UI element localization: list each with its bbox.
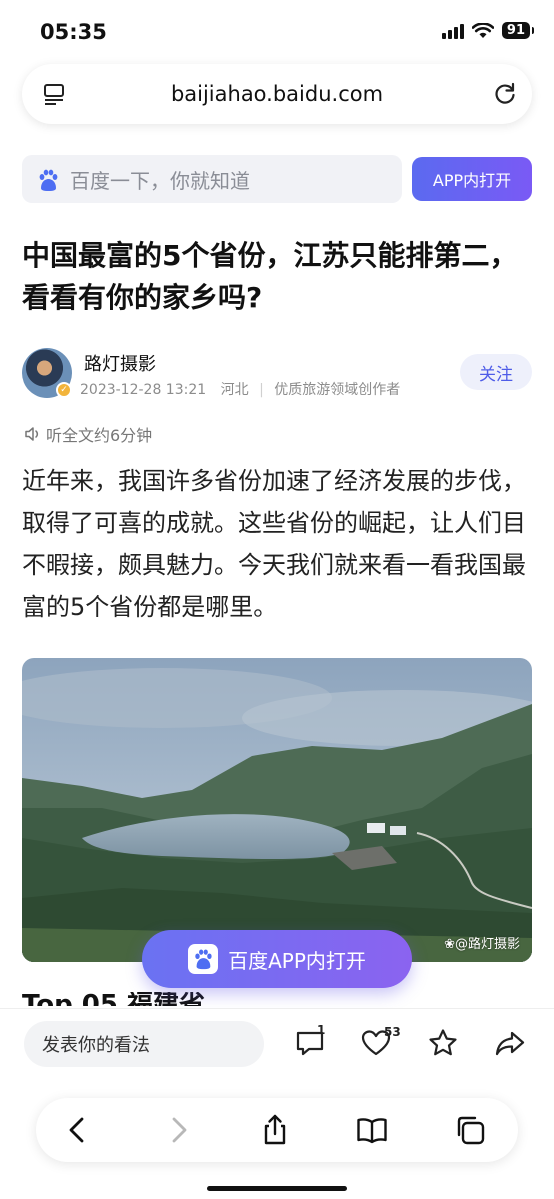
article-title: 中国最富的5个省份，江苏只能排第二，看看有你的家乡吗? — [22, 239, 518, 314]
chevron-left-icon[interactable] — [62, 1114, 94, 1146]
article-paragraph: 近年来，我国许多省份加速了经济发展的步伐，取得了可喜的成就。这些省份的崛起，让人… — [22, 467, 526, 621]
wifi-icon — [471, 22, 494, 38]
author-tag: 优质旅游领域创作者 — [274, 382, 401, 398]
comment-input[interactable]: 发表你的看法 — [24, 1021, 264, 1067]
share-arrow-icon[interactable] — [494, 1027, 526, 1059]
landscape-illustration — [22, 658, 532, 962]
image-watermark: ❀@路灯摄影 — [444, 933, 520, 952]
article-image[interactable]: ❀@路灯摄影 — [22, 658, 532, 962]
baidu-search-input[interactable]: 百度一下，你就知道 — [22, 155, 402, 203]
home-indicator — [207, 1186, 347, 1191]
cellular-signal-icon — [441, 23, 464, 39]
comment-count: 1 — [317, 1023, 326, 1037]
battery-indicator: 91 — [501, 22, 535, 39]
author-meta: 2023-12-28 13:21 河北 | 优质旅游领域创作者 — [80, 379, 400, 399]
baidu-app-icon — [188, 944, 219, 974]
baidu-search-row: 百度一下，你就知道 APP内打开 — [22, 155, 532, 203]
author-name[interactable]: 路灯摄影 — [84, 350, 156, 376]
baidu-paw-icon — [195, 949, 212, 970]
star-icon[interactable] — [427, 1027, 459, 1059]
comment-bar: 发表你的看法 1 53 — [0, 1008, 554, 1080]
author-location: 河北 — [220, 382, 249, 398]
book-icon[interactable] — [356, 1114, 388, 1146]
speaker-icon — [25, 427, 39, 441]
watermark-text: @路灯摄影 — [454, 937, 520, 952]
section-heading: Top 05 福建省 — [22, 992, 205, 1006]
reader-icon[interactable] — [42, 82, 66, 106]
follow-button[interactable]: 关注 — [460, 354, 532, 390]
baidu-paw-icon — [39, 169, 58, 191]
search-placeholder: 百度一下，你就知道 — [70, 168, 250, 193]
url-text[interactable]: baijiahao.baidu.com — [171, 82, 383, 106]
chevron-right-icon[interactable] — [162, 1114, 194, 1146]
publish-date: 2023-12-28 13:21 — [80, 382, 207, 398]
open-in-app-button[interactable]: APP内打开 — [412, 157, 532, 201]
tabs-icon[interactable] — [454, 1114, 486, 1146]
address-bar[interactable]: baijiahao.baidu.com — [22, 64, 532, 124]
listen-full-text[interactable]: 听全文约6分钟 — [24, 422, 152, 446]
meta-divider: | — [259, 382, 264, 398]
verified-badge-icon: ✓ — [56, 382, 72, 398]
status-time: 05:35 — [40, 20, 107, 44]
author-row: ✓ 路灯摄影 2023-12-28 13:21 河北 | 优质旅游领域创作者 关… — [22, 348, 532, 400]
open-in-app-label: 百度APP内打开 — [228, 948, 366, 973]
open-in-baidu-app-button[interactable]: 百度APP内打开 — [142, 930, 412, 988]
listen-label: 听全文约6分钟 — [46, 426, 153, 445]
status-icons: 91 — [441, 22, 535, 39]
status-bar: 05:35 91 — [0, 0, 554, 60]
share-icon[interactable] — [259, 1114, 291, 1146]
like-count: 53 — [384, 1025, 401, 1039]
baidu-small-paw-icon: ❀ — [444, 937, 455, 952]
browser-toolbar — [36, 1098, 518, 1162]
reload-icon[interactable] — [492, 81, 518, 107]
